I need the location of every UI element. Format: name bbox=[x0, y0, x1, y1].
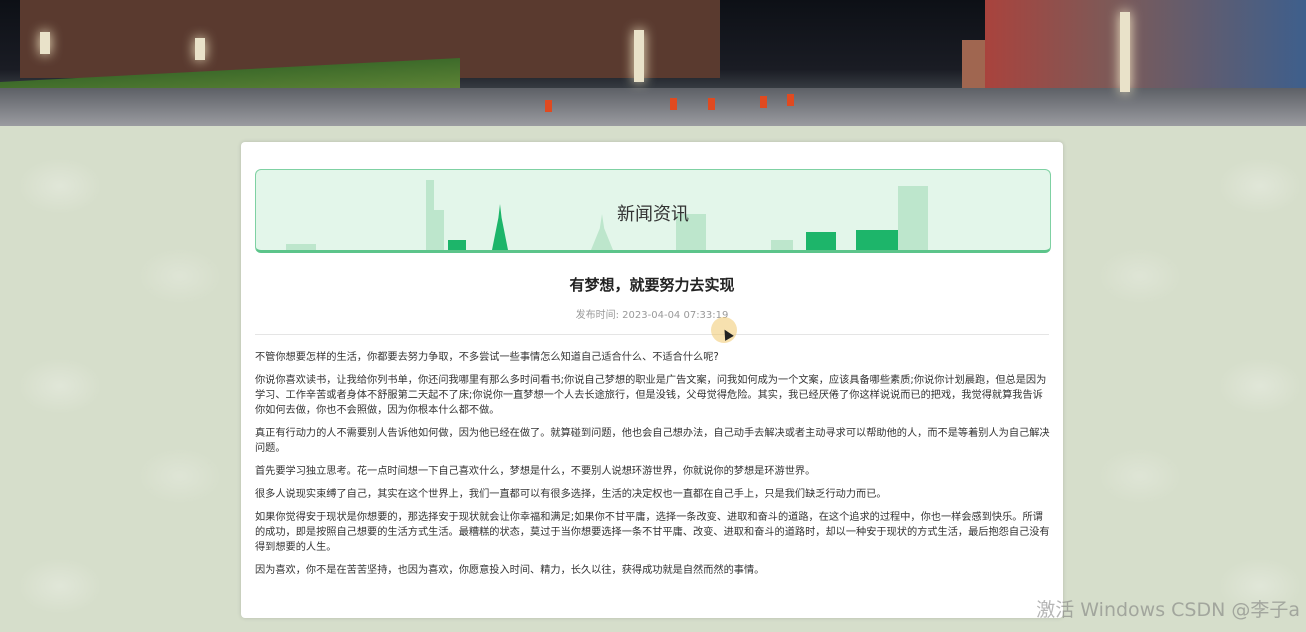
skyline-building bbox=[286, 244, 316, 250]
header-banner-image bbox=[0, 0, 1306, 126]
divider bbox=[255, 334, 1049, 335]
article-title: 有梦想，就要努力去实现 bbox=[569, 276, 735, 294]
banner-cone bbox=[545, 100, 552, 112]
banner-lamp bbox=[1120, 12, 1130, 92]
skyline-building bbox=[806, 232, 836, 250]
article-paragraph: 首先要学习独立思考。花一点时间想一下自己喜欢什么，梦想是什么，不要别人说想环游世… bbox=[255, 466, 816, 477]
article-content: 不管你想要怎样的生活，你都要去努力争取，不多尝试一些事情怎么知道自己适合什么、不… bbox=[255, 350, 1051, 586]
article-paragraph: 很多人说现实束缚了自己，其实在这个世界上，我们一直都可以有很多选择，生活的决定权… bbox=[255, 489, 887, 500]
section-title: 新闻资讯 bbox=[617, 204, 689, 225]
article-paragraph: 真正有行动力的人不需要别人告诉他如何做，因为他已经在做了。就算碰到问题，他也会自… bbox=[255, 428, 1050, 454]
publish-time: 2023-04-04 07:33:19 bbox=[622, 310, 729, 321]
article-paragraph: 如果你觉得安于现状是你想要的，那选择安于现状就会让你幸福和满足;如果你不甘平庸，… bbox=[255, 512, 1050, 553]
banner-lamp bbox=[40, 32, 50, 54]
banner-lamp bbox=[634, 30, 644, 82]
banner-cone bbox=[787, 94, 794, 106]
skyline-building bbox=[448, 240, 466, 250]
banner-lamp bbox=[195, 38, 205, 60]
banner-cone bbox=[670, 98, 677, 110]
skyline-building bbox=[771, 240, 793, 250]
article-paragraph: 因为喜欢，你不是在苦苦坚持，也因为喜欢，你愿意投入时间、精力，长久以往，获得成功… bbox=[255, 565, 765, 576]
banner-cone bbox=[760, 96, 767, 108]
publish-label: 发布时间: bbox=[575, 310, 619, 321]
banner-cone bbox=[708, 98, 715, 110]
article-paragraph: 你说你喜欢读书，让我给你列书单，你还问我哪里有那么多时间看书;你说自己梦想的职业… bbox=[255, 375, 1047, 416]
article-paragraph: 不管你想要怎样的生活，你都要去努力争取，不多尝试一些事情怎么知道自己适合什么、不… bbox=[255, 352, 719, 363]
watermark-text: 激活 Windows CSDN @李子a bbox=[1036, 599, 1300, 621]
publish-meta: 发布时间: 2023-04-04 07:33:19 bbox=[241, 306, 1063, 321]
section-header-banner: 新闻资讯 bbox=[255, 169, 1051, 253]
news-detail-card: 新闻资讯 有梦想，就要努力去实现 发布时间: 2023-04-04 07:33:… bbox=[241, 142, 1063, 618]
banner-road bbox=[0, 88, 1306, 126]
